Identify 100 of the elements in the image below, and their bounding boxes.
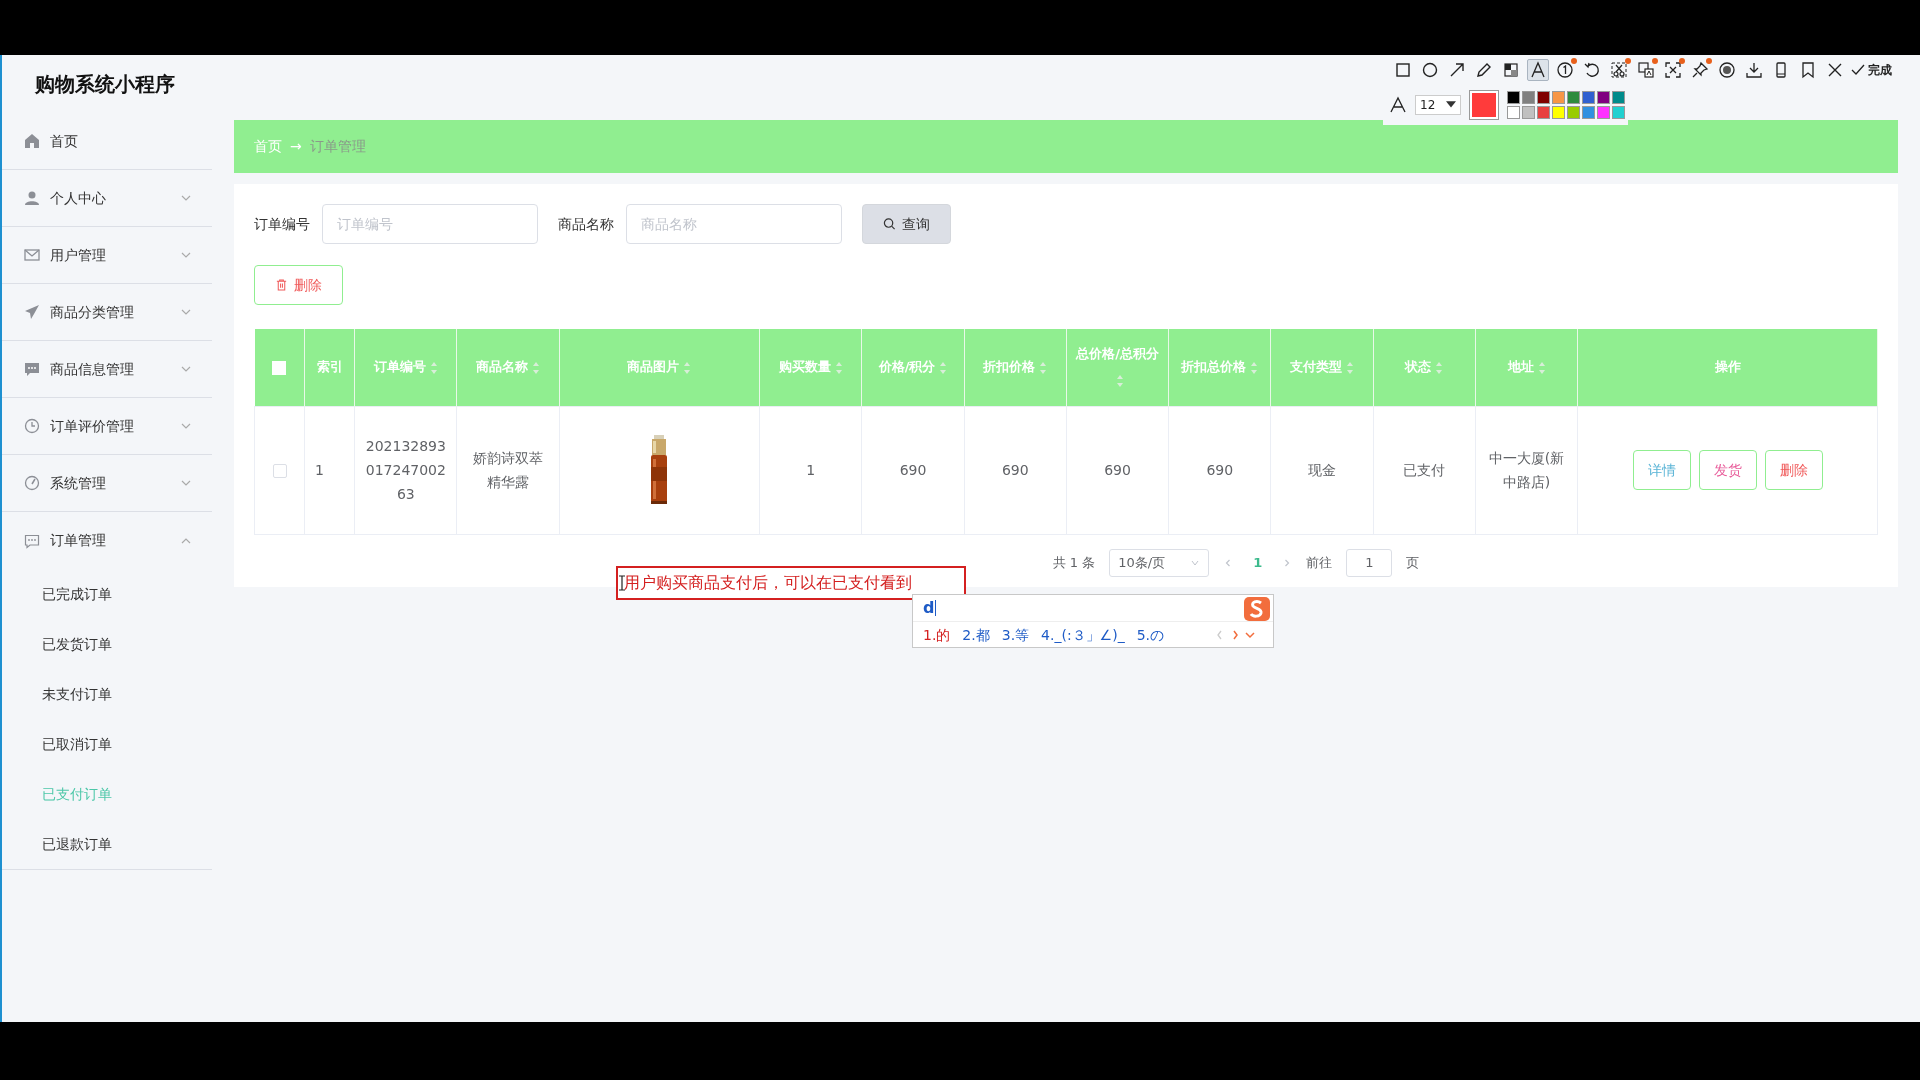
page-size-select[interactable]: 10条/页	[1109, 548, 1210, 577]
envelope-icon	[24, 247, 40, 263]
home-icon	[24, 133, 40, 149]
font-size-select[interactable]: 12	[1415, 95, 1461, 115]
color-swatch[interactable]	[1552, 106, 1565, 119]
table-cell-text: 690	[1104, 462, 1131, 478]
annotation-text: 用户购买商品支付后，可以在已支付看到	[616, 566, 966, 600]
delete-button[interactable]: 删除	[254, 265, 343, 305]
color-swatch[interactable]	[1567, 106, 1580, 119]
sidebar-item[interactable]: 系统管理	[2, 455, 212, 512]
action-button[interactable]: 删除	[1764, 450, 1823, 490]
color-swatch[interactable]	[1582, 91, 1595, 104]
paper-plane-icon	[24, 304, 40, 320]
scan-icon	[1664, 61, 1682, 79]
field-label: 商品名称	[558, 214, 614, 234]
search-field[interactable]: 订单编号	[322, 204, 538, 244]
chat-bubble-icon	[24, 361, 40, 377]
clock-icon	[24, 418, 40, 434]
text-cursor-icon	[618, 575, 626, 591]
color-swatch[interactable]	[1597, 106, 1610, 119]
sort-icon	[1039, 360, 1048, 375]
sort-icon	[683, 360, 692, 375]
rectangle-icon	[1394, 61, 1412, 79]
color-swatch[interactable]	[1612, 91, 1625, 104]
sidebar-item[interactable]: 用户管理	[2, 227, 212, 284]
row-checkbox[interactable]	[272, 464, 287, 478]
goto-label: 前往	[1306, 553, 1333, 572]
color-swatch[interactable]	[1567, 91, 1580, 104]
ime-candidate[interactable]: 2.都	[962, 624, 990, 646]
table-cell-text: 娇韵诗双萃精华露	[473, 450, 544, 490]
scissors-tool[interactable]	[1608, 59, 1630, 81]
table-cell-text: 20213289301724700263	[365, 438, 446, 502]
ime-candidate[interactable]: 3.等	[1001, 624, 1030, 646]
pencil-icon	[1475, 61, 1493, 79]
color-swatch[interactable]	[1537, 91, 1550, 104]
color-swatch[interactable]	[1507, 106, 1520, 119]
caret-icon	[1446, 100, 1456, 110]
table-cell-text: 1	[806, 462, 816, 478]
action-button[interactable]: 发货	[1698, 450, 1757, 490]
color-swatch[interactable]	[1537, 106, 1550, 119]
sidebar-subitem[interactable]: 已完成订单	[2, 569, 212, 619]
text-tool-icon	[1529, 61, 1547, 79]
table-cell-text: 已支付	[1403, 462, 1446, 478]
sort-icon	[939, 360, 948, 375]
sidebar-item[interactable]: 商品信息管理	[2, 341, 212, 398]
sidebar-subitem[interactable]: 已发货订单	[2, 619, 212, 669]
table-cell-text: 690	[1001, 462, 1029, 478]
search-icon	[883, 216, 896, 232]
breadcrumb-item: 订单管理	[309, 137, 366, 156]
select-all-checkbox[interactable]	[272, 360, 287, 375]
scissors-icon	[1610, 61, 1628, 79]
color-swatch[interactable]	[1522, 106, 1535, 119]
table-cell-text: 现金	[1308, 462, 1337, 478]
color-swatch[interactable]	[1522, 91, 1535, 104]
color-swatch[interactable]	[1582, 106, 1595, 119]
undo-icon	[1583, 61, 1601, 79]
color-swatch[interactable]	[1507, 91, 1520, 104]
ime-candidate[interactable]: 4._(:３」∠)_	[1041, 624, 1125, 646]
sidebar-subitem[interactable]: 已取消订单	[2, 719, 212, 769]
sort-icon	[429, 360, 438, 375]
font-size-icon	[1389, 96, 1407, 114]
sort-icon	[532, 360, 541, 375]
sort-icon	[1346, 360, 1355, 375]
search-button[interactable]: 查询	[862, 204, 951, 244]
numbered-circle-tool[interactable]	[1554, 59, 1576, 81]
ime-candidate[interactable]: 5.の	[1136, 624, 1164, 646]
record-icon	[1718, 61, 1736, 79]
arrow-icon	[1448, 61, 1466, 79]
sidebar-item[interactable]: 个人中心	[2, 170, 212, 227]
numbered-circle-icon	[1556, 61, 1574, 79]
sidebar-item[interactable]: 首页	[2, 113, 212, 170]
person-icon	[24, 190, 40, 206]
scan-tool[interactable]	[1662, 59, 1684, 81]
circle-icon	[1421, 61, 1439, 79]
text-tool-tool[interactable]	[1527, 59, 1549, 81]
page-input[interactable]: 1	[1346, 548, 1393, 577]
color-swatch[interactable]	[1612, 106, 1625, 119]
sidebar-item[interactable]: 商品分类管理	[2, 284, 212, 341]
sidebar-subitem[interactable]: 已退款订单	[2, 819, 212, 869]
translate-tool[interactable]	[1635, 59, 1657, 81]
search-field[interactable]: 商品名称	[626, 204, 842, 244]
breadcrumb-separator: →	[290, 137, 302, 156]
field-label: 订单编号	[254, 214, 310, 234]
ime-candidate[interactable]: 1.的	[923, 624, 951, 646]
sidebar-subitem[interactable]: 未支付订单	[2, 669, 212, 719]
done-button[interactable]: 完成	[1851, 61, 1892, 79]
color-swatch[interactable]	[1597, 91, 1610, 104]
mosaic-icon	[1502, 61, 1520, 79]
table-cell-text: 中一大厦(新中路店)	[1488, 450, 1565, 490]
pin-icon	[1691, 61, 1709, 79]
sort-icon	[1435, 360, 1444, 375]
app-title: 购物系统小程序	[34, 71, 176, 98]
sort-icon	[1537, 360, 1546, 375]
download-icon	[1745, 61, 1763, 79]
sidebar-item[interactable]: 订单评价管理	[2, 398, 212, 455]
ime-input-text: d	[923, 597, 935, 619]
record-tool[interactable]	[1716, 59, 1738, 81]
sidebar-item[interactable]: 订单管理	[2, 512, 212, 569]
current-color-swatch[interactable]	[1472, 93, 1496, 117]
color-swatch[interactable]	[1552, 91, 1565, 104]
